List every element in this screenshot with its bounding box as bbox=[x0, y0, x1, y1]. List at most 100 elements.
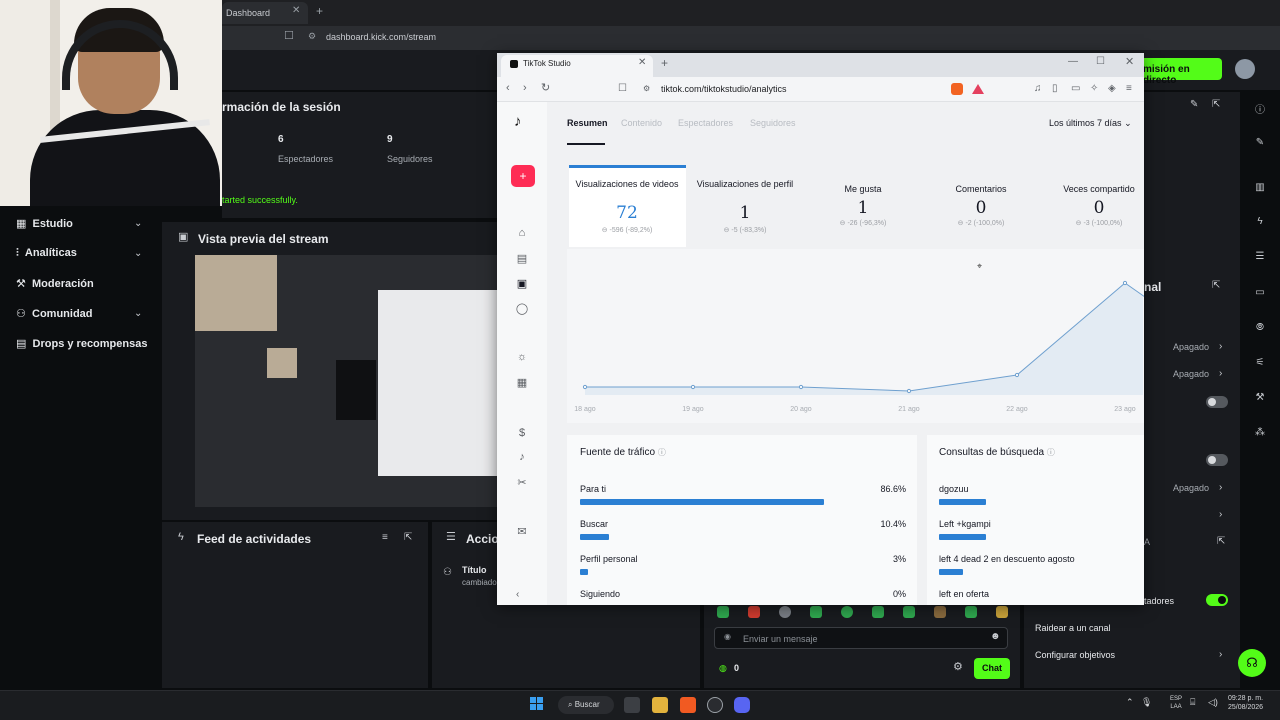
maximize-icon[interactable]: ☐ bbox=[1096, 57, 1105, 67]
chart-point[interactable] bbox=[1122, 280, 1128, 286]
new-tab-icon[interactable]: + bbox=[316, 5, 323, 17]
chevron-down-icon[interactable]: ⌄ bbox=[134, 248, 142, 259]
home-icon[interactable]: ⌂ bbox=[512, 227, 532, 239]
comments-icon[interactable]: ◯ bbox=[512, 302, 532, 315]
tools-icon[interactable]: ✂ bbox=[512, 476, 532, 489]
tiktok-logo-icon[interactable]: ♪ bbox=[514, 114, 522, 129]
site-info-icon[interactable]: ⚙ bbox=[643, 85, 650, 93]
info-icon[interactable]: ⓘ bbox=[1252, 101, 1268, 116]
chart-point[interactable] bbox=[906, 388, 912, 394]
chevron-down-icon[interactable]: ⌄ bbox=[134, 218, 142, 229]
expand-icon[interactable]: ⇱ bbox=[1212, 281, 1220, 291]
analytics-icon[interactable]: ▣ bbox=[512, 277, 532, 290]
chevron-right-icon[interactable]: › bbox=[1219, 368, 1222, 379]
reload-icon[interactable]: ↻ bbox=[541, 83, 550, 94]
metric-label[interactable]: Veces compartido bbox=[1040, 184, 1158, 195]
emote-icon[interactable] bbox=[779, 606, 791, 618]
sidebar-item-comunidad[interactable]: ⚇ Comunidad bbox=[16, 307, 93, 320]
feedback-icon[interactable]: ✉ bbox=[512, 525, 532, 538]
emote-icon[interactable] bbox=[717, 606, 729, 618]
chart-point[interactable] bbox=[1014, 372, 1020, 378]
brave-browser-icon[interactable] bbox=[680, 697, 696, 713]
emote-icon[interactable] bbox=[965, 606, 977, 618]
emote-icon[interactable] bbox=[872, 606, 884, 618]
pencil-icon[interactable]: ✎ bbox=[1252, 137, 1268, 148]
brave-shield-icon[interactable] bbox=[951, 83, 963, 95]
discord-icon[interactable] bbox=[734, 697, 750, 713]
tiktok-url-text[interactable]: tiktok.com/tiktokstudio/analytics bbox=[661, 84, 787, 94]
filter-icon[interactable]: ≡ bbox=[382, 533, 388, 543]
pencil-icon[interactable]: ✎ bbox=[1190, 100, 1198, 110]
bolt-icon[interactable]: ϟ bbox=[1252, 216, 1268, 227]
taskbar-search[interactable]: ⌕ Buscar bbox=[558, 696, 614, 714]
layout-icon[interactable]: ▥ bbox=[1252, 182, 1268, 193]
raid-channel-link[interactable]: Raidear a un canal bbox=[1035, 623, 1111, 633]
brave-rewards-icon[interactable] bbox=[972, 84, 984, 94]
support-chat-button[interactable]: ☊ bbox=[1238, 649, 1266, 677]
chevron-down-icon[interactable]: ⌄ bbox=[134, 308, 142, 319]
gear-icon[interactable]: ⚙ bbox=[953, 662, 963, 673]
upload-button[interactable]: + bbox=[511, 165, 535, 187]
emote-icon[interactable] bbox=[934, 606, 946, 618]
file-explorer-icon[interactable] bbox=[652, 697, 668, 713]
sounds-icon[interactable]: ♪ bbox=[512, 451, 532, 463]
info-icon[interactable]: ⓘ bbox=[658, 448, 666, 457]
chevron-right-icon[interactable]: › bbox=[1219, 482, 1222, 493]
chat-send-button[interactable]: Chat bbox=[974, 658, 1010, 679]
share-icon[interactable]: ⁂ bbox=[1252, 427, 1268, 438]
chat-message-input[interactable]: Enviar un mensaje bbox=[714, 627, 1008, 649]
expand-icon[interactable]: ⇱ bbox=[1212, 100, 1220, 110]
music-icon[interactable]: ♫ bbox=[1034, 83, 1042, 94]
minimize-icon[interactable]: — bbox=[1068, 57, 1078, 67]
tab-seguidores[interactable]: Seguidores bbox=[750, 118, 796, 128]
volume-icon[interactable]: ◁) bbox=[1208, 697, 1218, 708]
sidebar-item-analiticas[interactable]: ⫶ Analíticas bbox=[16, 247, 77, 260]
ai-icon[interactable]: ✧ bbox=[1090, 83, 1098, 94]
window-close-icon[interactable]: ✕ bbox=[1125, 57, 1134, 68]
collapse-sidebar-icon[interactable]: ‹ bbox=[516, 590, 519, 600]
emote-icon[interactable] bbox=[810, 606, 822, 618]
close-icon[interactable]: ✕ bbox=[638, 58, 646, 68]
site-info-icon[interactable]: ⚙ bbox=[308, 32, 316, 41]
sidebar-item-moderacion[interactable]: ⚒ Moderación bbox=[16, 277, 94, 290]
expand-icon[interactable]: ⇱ bbox=[404, 533, 412, 543]
info-icon[interactable]: ⓘ bbox=[1047, 448, 1055, 457]
chevron-right-icon[interactable]: › bbox=[1219, 650, 1222, 660]
sidebar-item-drops[interactable]: ▤ Drops y recompensas bbox=[16, 337, 147, 350]
tab-resumen[interactable]: Resumen bbox=[567, 118, 608, 128]
views-chart[interactable]: 18 ago 19 ago 20 ago 21 ago 22 ago 23 ago bbox=[567, 249, 1144, 423]
chevron-right-icon[interactable]: › bbox=[1219, 341, 1222, 352]
emote-icon[interactable] bbox=[903, 606, 915, 618]
taskbar-clock[interactable]: 09:28 p. m. 25/08/2026 bbox=[1228, 694, 1263, 712]
chat-icon[interactable]: ▭ bbox=[1252, 287, 1268, 298]
sidebar-item-estudio[interactable]: ▦ Estudio bbox=[16, 217, 73, 230]
emote-icon[interactable] bbox=[996, 606, 1008, 618]
setting-toggle[interactable] bbox=[1206, 454, 1228, 466]
new-tab-icon[interactable]: + bbox=[661, 57, 668, 69]
wrench-icon[interactable]: ⚒ bbox=[1252, 392, 1268, 403]
tab-espectadores[interactable]: Espectadores bbox=[678, 118, 733, 128]
period-dropdown[interactable]: Los últimos 7 días ⌄ bbox=[1049, 118, 1132, 129]
vpn-icon[interactable]: ◈ bbox=[1108, 83, 1116, 94]
system-tray-icons[interactable]: ⌃ 🎙 bbox=[1126, 697, 1157, 708]
sliders-icon[interactable]: ⚟ bbox=[1252, 357, 1268, 368]
academy-icon[interactable]: ▦ bbox=[512, 376, 532, 389]
close-icon[interactable]: ✕ bbox=[292, 6, 300, 16]
metric-label[interactable]: Me gusta bbox=[804, 184, 922, 195]
chart-point[interactable] bbox=[582, 384, 588, 390]
language-indicator[interactable]: ESP LAA bbox=[1170, 695, 1182, 711]
task-view-icon[interactable] bbox=[624, 697, 640, 713]
chart-point[interactable] bbox=[798, 384, 804, 390]
emote-icon[interactable] bbox=[748, 606, 760, 618]
monetization-icon[interactable]: $ bbox=[512, 427, 532, 439]
inspiration-icon[interactable]: ☼ bbox=[512, 351, 532, 363]
posts-icon[interactable]: ▤ bbox=[512, 252, 532, 265]
metric-label[interactable]: Comentarios bbox=[922, 184, 1040, 195]
go-live-button[interactable]: misión en directo bbox=[1138, 58, 1222, 86]
chart-point[interactable] bbox=[690, 384, 696, 390]
sidebar-icon[interactable]: ▯ bbox=[1052, 83, 1058, 94]
viewers-toggle[interactable] bbox=[1206, 594, 1228, 606]
forward-arrow-icon[interactable]: › bbox=[523, 83, 527, 94]
emote-icon[interactable] bbox=[841, 606, 853, 618]
broadcast-icon[interactable]: ⦾ bbox=[1252, 322, 1268, 333]
